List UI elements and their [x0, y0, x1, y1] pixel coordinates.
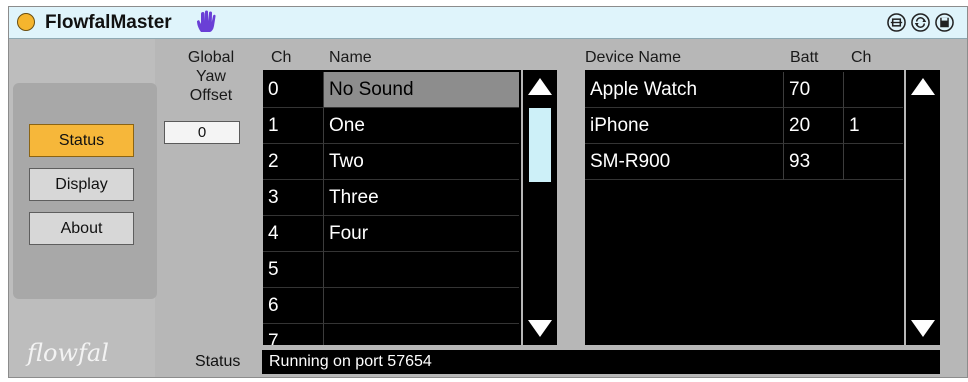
device-name: SM-R900	[585, 144, 783, 180]
device-battery: 70	[783, 72, 843, 108]
scroll-down-icon[interactable]	[911, 320, 935, 337]
channel-number: 6	[263, 288, 323, 324]
channel-name[interactable]: Four	[323, 216, 519, 252]
device-battery: 20	[783, 108, 843, 144]
scroll-up-icon[interactable]	[911, 78, 935, 95]
scroll-thumb[interactable]	[529, 108, 551, 182]
title-bar: FlowfalMaster	[9, 7, 967, 39]
device-name: Apple Watch	[585, 72, 783, 108]
device-list[interactable]: Apple Watch 70 iPhone 20 1 SM-R900 93	[585, 70, 904, 345]
flowfal-master-device: FlowfalMaster Status Display About flowf…	[8, 6, 968, 378]
channel-name[interactable]: Two	[323, 144, 519, 180]
nav-status-button[interactable]: Status	[29, 124, 134, 157]
channel-number: 5	[263, 252, 323, 288]
channel-name[interactable]	[323, 252, 519, 288]
power-toggle-icon[interactable]	[17, 13, 35, 31]
channel-ch-header: Ch	[271, 49, 292, 66]
channel-name[interactable]: Three	[323, 180, 519, 216]
status-text: Running on port 57654	[262, 350, 940, 374]
global-yaw-offset-field[interactable]: 0	[164, 121, 240, 144]
save-icon[interactable]	[935, 13, 954, 32]
channel-name-header: Name	[329, 49, 372, 66]
device-channel[interactable]: 1	[843, 108, 903, 144]
device-channel[interactable]	[843, 144, 903, 180]
channel-scrollbar[interactable]	[523, 70, 557, 345]
hand-icon	[197, 10, 216, 32]
scroll-up-icon[interactable]	[528, 78, 552, 95]
nav-about-button[interactable]: About	[29, 212, 134, 245]
channel-number: 7	[263, 324, 323, 345]
device-name: iPhone	[585, 108, 783, 144]
channel-number: 0	[263, 72, 323, 108]
channel-number: 2	[263, 144, 323, 180]
global-yaw-label: Global Yaw Offset	[187, 49, 235, 104]
device-name-header: Device Name	[585, 49, 682, 66]
channel-name[interactable]: One	[323, 108, 519, 144]
channel-name-selected[interactable]: No Sound	[323, 72, 519, 108]
scroll-down-icon[interactable]	[528, 320, 552, 337]
nav-display-button[interactable]: Display	[29, 168, 134, 201]
device-channel[interactable]	[843, 72, 903, 108]
device-battery: 93	[783, 144, 843, 180]
flowfal-logo: flowfal	[27, 339, 109, 367]
channel-list[interactable]: 0 No Sound 1 One 2 Two 3 Three 4 Four 5 …	[263, 70, 521, 345]
device-ch-header: Ch	[851, 49, 872, 66]
status-label: Status	[195, 353, 241, 370]
device-batt-header: Batt	[790, 49, 819, 66]
channel-number: 1	[263, 108, 323, 144]
channel-number: 3	[263, 180, 323, 216]
channel-name[interactable]	[323, 288, 519, 324]
refresh-icon[interactable]	[911, 13, 930, 32]
channel-number: 4	[263, 216, 323, 252]
channel-name[interactable]	[323, 324, 519, 345]
device-title: FlowfalMaster	[45, 12, 172, 33]
device-scrollbar[interactable]	[906, 70, 940, 345]
freeze-icon[interactable]	[887, 13, 906, 32]
